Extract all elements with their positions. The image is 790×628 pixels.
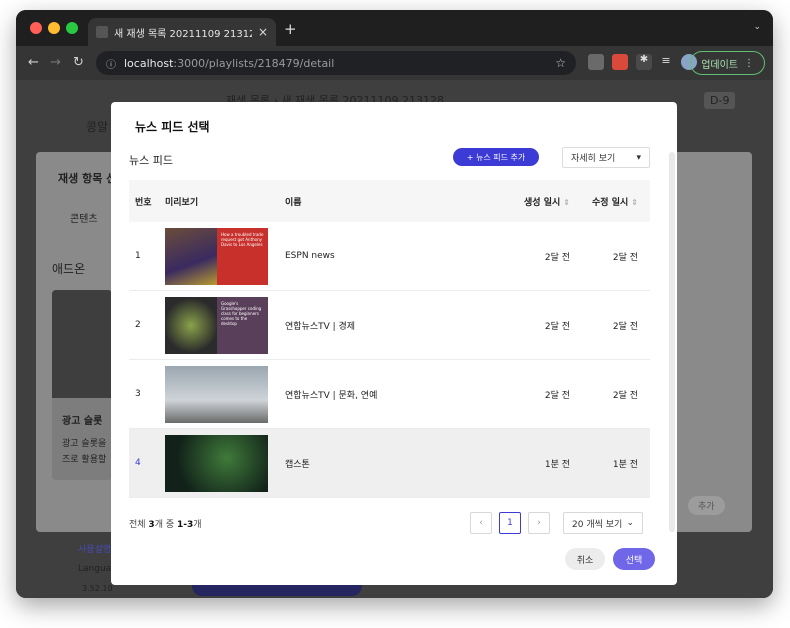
back-icon[interactable]: ← <box>28 55 39 70</box>
table-row[interactable]: 3 연합뉴스TV | 문화, 연예 2달 전 2달 전 <box>129 360 650 429</box>
media-queue-icon[interactable]: ≡ <box>658 54 674 70</box>
bg-card: 광고 슬롯 광고 슬롯을 즈로 활용할 <box>52 290 112 480</box>
maximize-window-icon[interactable] <box>66 22 78 34</box>
favicon-icon <box>96 26 108 38</box>
status-badge: D-9 <box>704 92 736 109</box>
minimize-window-icon[interactable] <box>48 22 60 34</box>
bg-panel-title: 재생 항목 선 <box>58 172 117 185</box>
chevron-down-icon: ⌄ <box>626 518 634 528</box>
bg-panel-tab: 콘텐츠 <box>70 214 98 225</box>
preview-thumbnail <box>165 365 268 423</box>
new-tab-button[interactable]: + <box>284 20 297 38</box>
table-row[interactable]: 4 캡스톤 1분 전 1분 전 <box>129 429 650 498</box>
url-text: localhost:3000/playlists/218479/detail <box>124 56 335 70</box>
forward-icon[interactable]: → <box>50 55 61 70</box>
caret-down-icon: ▾ <box>636 152 641 163</box>
bg-add-button: 추가 <box>688 496 725 515</box>
cancel-button[interactable]: 취소 <box>565 548 605 570</box>
bg-button: 콩알 <box>86 120 109 134</box>
page-1-button[interactable]: 1 <box>499 512 521 534</box>
view-mode-select[interactable]: 자세히 보기 ▾ <box>562 147 650 168</box>
info-icon[interactable]: ⓘ <box>106 56 116 71</box>
add-news-feed-button[interactable]: + 뉴스 피드 추가 <box>453 148 539 166</box>
sort-updated[interactable]: 수정 일시 ⇕ <box>570 195 650 208</box>
tab-list-chevron-icon[interactable]: ⌄ <box>753 22 761 32</box>
table-row[interactable]: 2 Google's Grasshopper coding class for … <box>129 291 650 360</box>
section-title: 뉴스 피드 <box>129 154 173 167</box>
table-row[interactable]: 1 How a troubled trade request got Antho… <box>129 222 650 291</box>
title-bar: 새 재생 목록 20211109 213128 | ... × + ⌄ <box>16 10 773 46</box>
reload-icon[interactable]: ↻ <box>73 55 84 70</box>
more-menu-icon[interactable]: ⋮ <box>744 58 754 69</box>
modal-title: 뉴스 피드 선택 <box>135 120 210 134</box>
per-page-select[interactable]: 20 개씩 보기 ⌄ <box>563 512 643 534</box>
news-feed-table: 번호 미리보기 이름 생성 일시 ⇕ 수정 일시 ⇕ 1 How a trouble… <box>129 180 650 498</box>
browser-toolbar: ← → ↻ ⓘ localhost:3000/playlists/218479/… <box>16 46 773 80</box>
extension-red-icon[interactable] <box>612 54 628 70</box>
tab-title: 새 재생 목록 20211109 213128 | ... <box>114 28 252 40</box>
preview-thumbnail: Google's Grasshopper coding class for be… <box>165 296 268 354</box>
preview-thumbnail <box>165 434 268 492</box>
address-bar[interactable]: ⓘ localhost:3000/playlists/218479/detail… <box>96 51 576 75</box>
puzzle-icon[interactable]: ✱ <box>636 54 652 70</box>
sort-created[interactable]: 생성 일시 ⇕ <box>490 195 570 208</box>
prev-page-button[interactable]: ‹ <box>470 512 492 534</box>
select-button[interactable]: 선택 <box>613 548 655 570</box>
bookmark-star-icon[interactable]: ☆ <box>555 56 566 70</box>
modal-scrollbar[interactable] <box>669 152 675 532</box>
preview-thumbnail: How a troubled trade request got Anthony… <box>165 227 268 285</box>
extension-icon[interactable] <box>588 54 604 70</box>
next-page-button[interactable]: › <box>528 512 550 534</box>
tab-close-icon[interactable]: × <box>258 25 268 39</box>
table-header: 번호 미리보기 이름 생성 일시 ⇕ 수정 일시 ⇕ <box>129 180 650 222</box>
close-window-icon[interactable] <box>30 22 42 34</box>
update-button[interactable]: 업데이트 ⋮ <box>690 51 765 75</box>
news-feed-modal: 뉴스 피드 선택 뉴스 피드 + 뉴스 피드 추가 자세히 보기 ▾ 번호 미리… <box>111 102 677 585</box>
browser-window: 새 재생 목록 20211109 213128 | ... × + ⌄ ← → … <box>16 10 773 598</box>
browser-tab[interactable]: 새 재생 목록 20211109 213128 | ... × <box>88 18 276 46</box>
page-content: 재생 목록 › 새 재생 목록 20211109 213128 D-9 콩알 재… <box>16 80 773 598</box>
bg-addon-label: 애드온 <box>52 262 86 276</box>
total-count: 전체 3개 중 1-3개 <box>129 520 202 530</box>
